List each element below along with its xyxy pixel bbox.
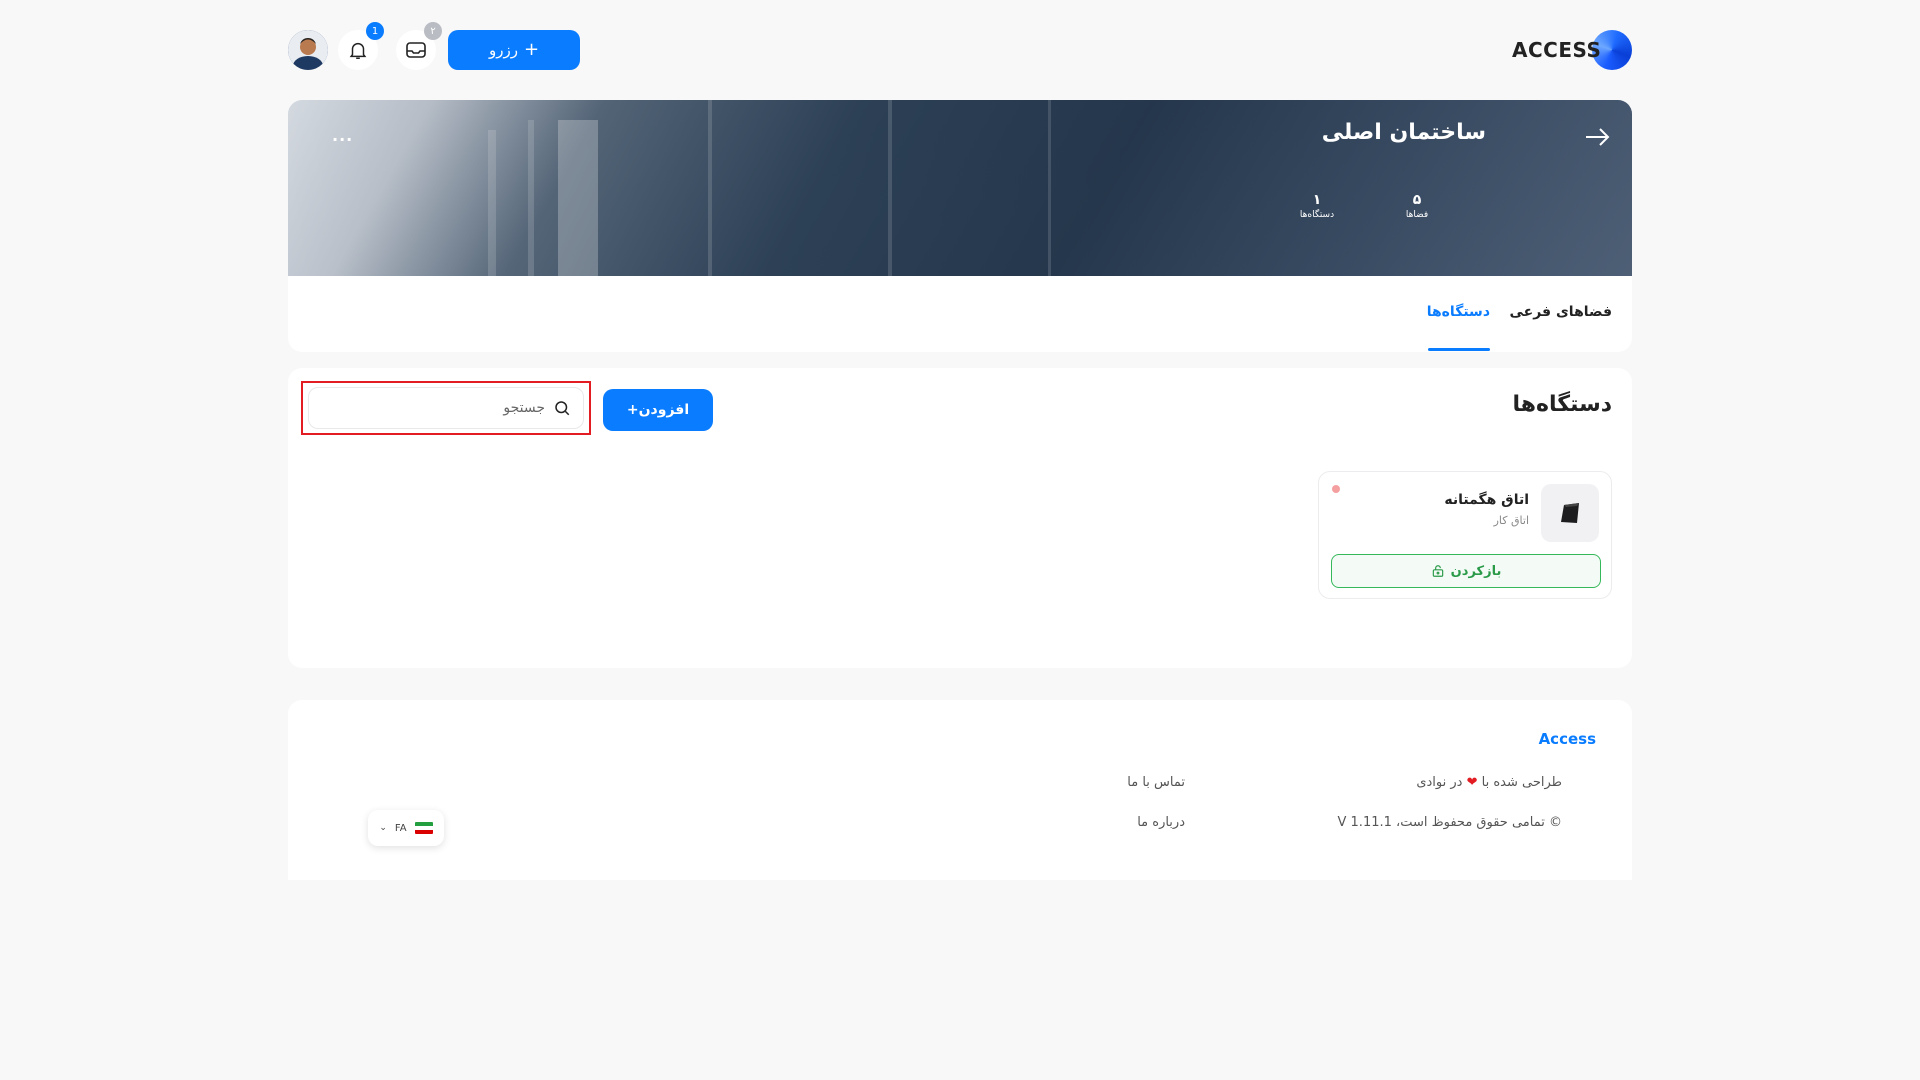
footer-designed-prefix: طراحی شده با bbox=[1481, 775, 1562, 790]
footer-designed-suffix: در نوادی bbox=[1416, 775, 1463, 790]
device-thumbnail bbox=[1541, 484, 1599, 542]
notifications-button[interactable]: 1 bbox=[338, 22, 384, 70]
search-field[interactable] bbox=[308, 387, 584, 429]
bell-icon bbox=[349, 42, 367, 59]
tab-devices-label: دستگاه‌ها bbox=[1426, 304, 1490, 320]
back-button[interactable] bbox=[1584, 126, 1612, 152]
inbox-icon bbox=[406, 42, 426, 58]
notifications-badge: 1 bbox=[366, 22, 384, 40]
language-selector[interactable]: ⌄ FA bbox=[368, 810, 444, 846]
add-device-button[interactable]: افزودن+ bbox=[603, 389, 713, 431]
footer-copyright: © تمامی حقوق محفوظ است، V 1.11.1 bbox=[1337, 815, 1562, 830]
footer-brand[interactable]: Access bbox=[1539, 730, 1596, 748]
stat-devices: ۱ دستگاه‌ها bbox=[1287, 192, 1347, 220]
brand-logo-text[interactable]: ACCESS bbox=[1512, 38, 1601, 62]
footer bbox=[288, 700, 1632, 880]
device-subtitle: اتاق کار bbox=[1493, 514, 1529, 527]
tabs-panel: فضاهای فرعی دستگاه‌ها bbox=[288, 276, 1632, 352]
reserve-button[interactable]: + رزرو bbox=[448, 30, 580, 70]
stat-devices-label: دستگاه‌ها bbox=[1299, 210, 1335, 220]
iran-flag-icon bbox=[414, 822, 433, 834]
plus-icon: + bbox=[523, 39, 540, 60]
device-status-dot bbox=[1332, 485, 1340, 493]
devices-heading: دستگاه‌ها bbox=[1512, 392, 1612, 417]
reserve-button-label: رزرو bbox=[488, 41, 518, 59]
device-name: اتاق هگمتانه bbox=[1444, 492, 1529, 508]
page-title: ساختمان اصلی bbox=[1321, 120, 1486, 145]
user-avatar[interactable] bbox=[288, 30, 328, 70]
unlock-button[interactable]: بازکردن bbox=[1331, 554, 1601, 588]
stat-spaces: ۵ فضاها bbox=[1397, 192, 1437, 220]
language-code: FA bbox=[394, 822, 407, 834]
search-icon bbox=[555, 401, 570, 416]
tab-devices-underline bbox=[1428, 348, 1490, 351]
device-icon bbox=[1561, 503, 1579, 523]
tab-devices[interactable]: دستگاه‌ها bbox=[1427, 304, 1490, 320]
unlock-icon bbox=[1432, 565, 1443, 577]
search-input[interactable] bbox=[325, 400, 545, 416]
arrow-right-icon bbox=[1586, 128, 1610, 146]
footer-designed-by: طراحی شده با ❤ در نوادی bbox=[1416, 775, 1562, 790]
footer-contact-link[interactable]: تماس با ما bbox=[1127, 775, 1185, 790]
device-card[interactable]: اتاق هگمتانه اتاق کار بازکردن bbox=[1318, 471, 1612, 599]
stat-devices-value: ۱ bbox=[1312, 192, 1322, 208]
chevron-down-icon: ⌄ bbox=[379, 823, 387, 833]
unlock-button-label: بازکردن bbox=[1450, 563, 1502, 579]
stat-spaces-value: ۵ bbox=[1412, 192, 1422, 208]
footer-about-link[interactable]: درباره ما bbox=[1137, 815, 1185, 830]
inbox-badge: ۲ bbox=[424, 22, 442, 40]
more-options-button[interactable]: ... bbox=[332, 126, 353, 145]
heart-icon: ❤ bbox=[1466, 775, 1478, 790]
building-banner: ... ساختمان اصلی ۵ فضاها ۱ دستگاه‌ها bbox=[288, 100, 1632, 276]
inbox-button[interactable]: ۲ bbox=[396, 22, 442, 70]
stat-spaces-label: فضاها bbox=[1405, 210, 1429, 220]
tab-sub-spaces[interactable]: فضاهای فرعی bbox=[1510, 304, 1613, 320]
